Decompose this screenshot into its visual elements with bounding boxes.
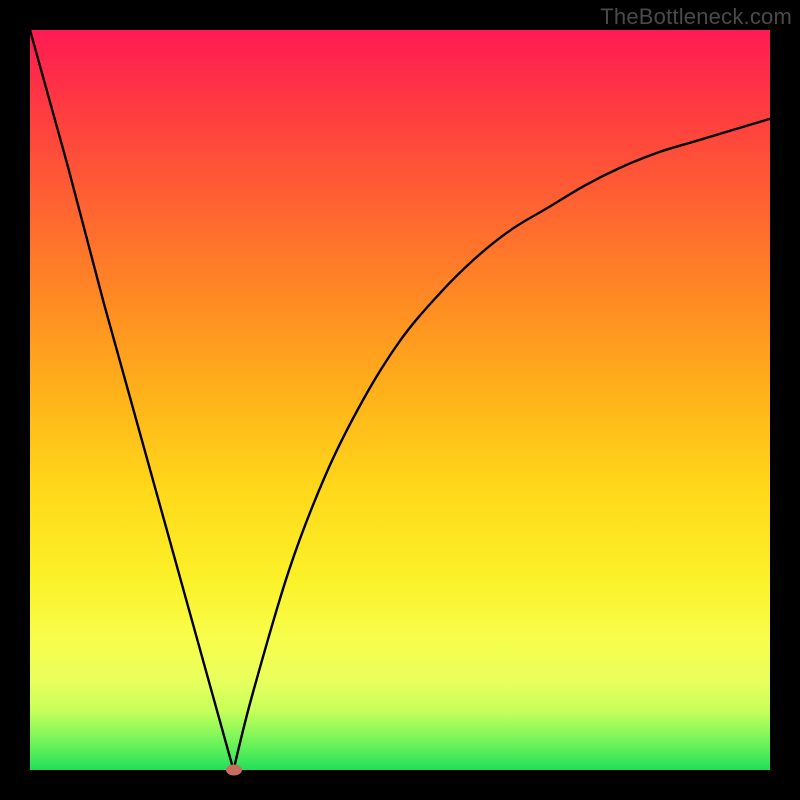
bottleneck-curve <box>30 30 770 770</box>
curve-left-branch <box>30 30 234 770</box>
chart-frame: TheBottleneck.com <box>0 0 800 800</box>
plot-area <box>30 30 770 770</box>
curve-right-branch <box>234 119 771 770</box>
minimum-point-marker <box>226 765 242 776</box>
watermark-text: TheBottleneck.com <box>600 4 792 30</box>
